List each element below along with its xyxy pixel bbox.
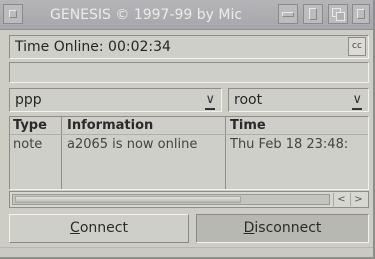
window-bottom-border bbox=[0, 247, 373, 257]
depth-back-icon[interactable] bbox=[352, 4, 370, 24]
connect-button-label: Connect bbox=[70, 220, 128, 236]
message-bar bbox=[9, 62, 369, 83]
title-bar[interactable]: GENESIS © 1997-99 by Mic bbox=[0, 0, 373, 30]
table-cell-type: note bbox=[13, 137, 43, 152]
status-bar: Time Online: 00:02:34 cc bbox=[9, 35, 369, 59]
user-select[interactable]: root ∨ bbox=[228, 88, 369, 112]
depth-icon[interactable] bbox=[328, 4, 348, 24]
scroll-left-arrow-icon[interactable]: < bbox=[333, 193, 349, 206]
scrollbar-knob[interactable] bbox=[15, 196, 241, 203]
user-select-value: root bbox=[234, 92, 263, 108]
iconify-icon[interactable] bbox=[303, 4, 323, 24]
scroll-right-arrow-icon[interactable]: > bbox=[350, 193, 366, 206]
chevron-down-icon: ∨ bbox=[205, 91, 215, 110]
status-indicator: cc bbox=[348, 37, 366, 56]
scrollbar-track[interactable] bbox=[12, 194, 330, 205]
genesis-window: GENESIS © 1997-99 by Mic Time Online: 00… bbox=[0, 0, 375, 259]
time-online-label: Time Online: 00:02:34 bbox=[15, 39, 171, 55]
column-header-type[interactable]: Type bbox=[13, 118, 59, 133]
chevron-down-icon: ∨ bbox=[352, 91, 362, 110]
close-icon[interactable] bbox=[3, 4, 23, 24]
log-table[interactable]: Type Information Time note a2065 is now … bbox=[9, 116, 369, 190]
column-header-information[interactable]: Information bbox=[67, 118, 222, 133]
zoom-icon[interactable] bbox=[278, 4, 298, 24]
disconnect-button[interactable]: Disconnect bbox=[196, 214, 369, 243]
connect-button[interactable]: Connect bbox=[9, 214, 189, 243]
window-title: GENESIS © 1997-99 by Mic bbox=[50, 7, 243, 23]
table-cell-time: Thu Feb 18 23:48: bbox=[230, 137, 349, 152]
horizontal-scrollbar[interactable]: < > bbox=[9, 191, 369, 208]
interface-select-value: ppp bbox=[15, 92, 42, 108]
table-cell-information: a2065 is now online bbox=[67, 137, 198, 152]
column-header-time[interactable]: Time bbox=[230, 118, 368, 133]
disconnect-button-label: Disconnect bbox=[243, 220, 322, 236]
interface-select[interactable]: ppp ∨ bbox=[9, 88, 222, 112]
